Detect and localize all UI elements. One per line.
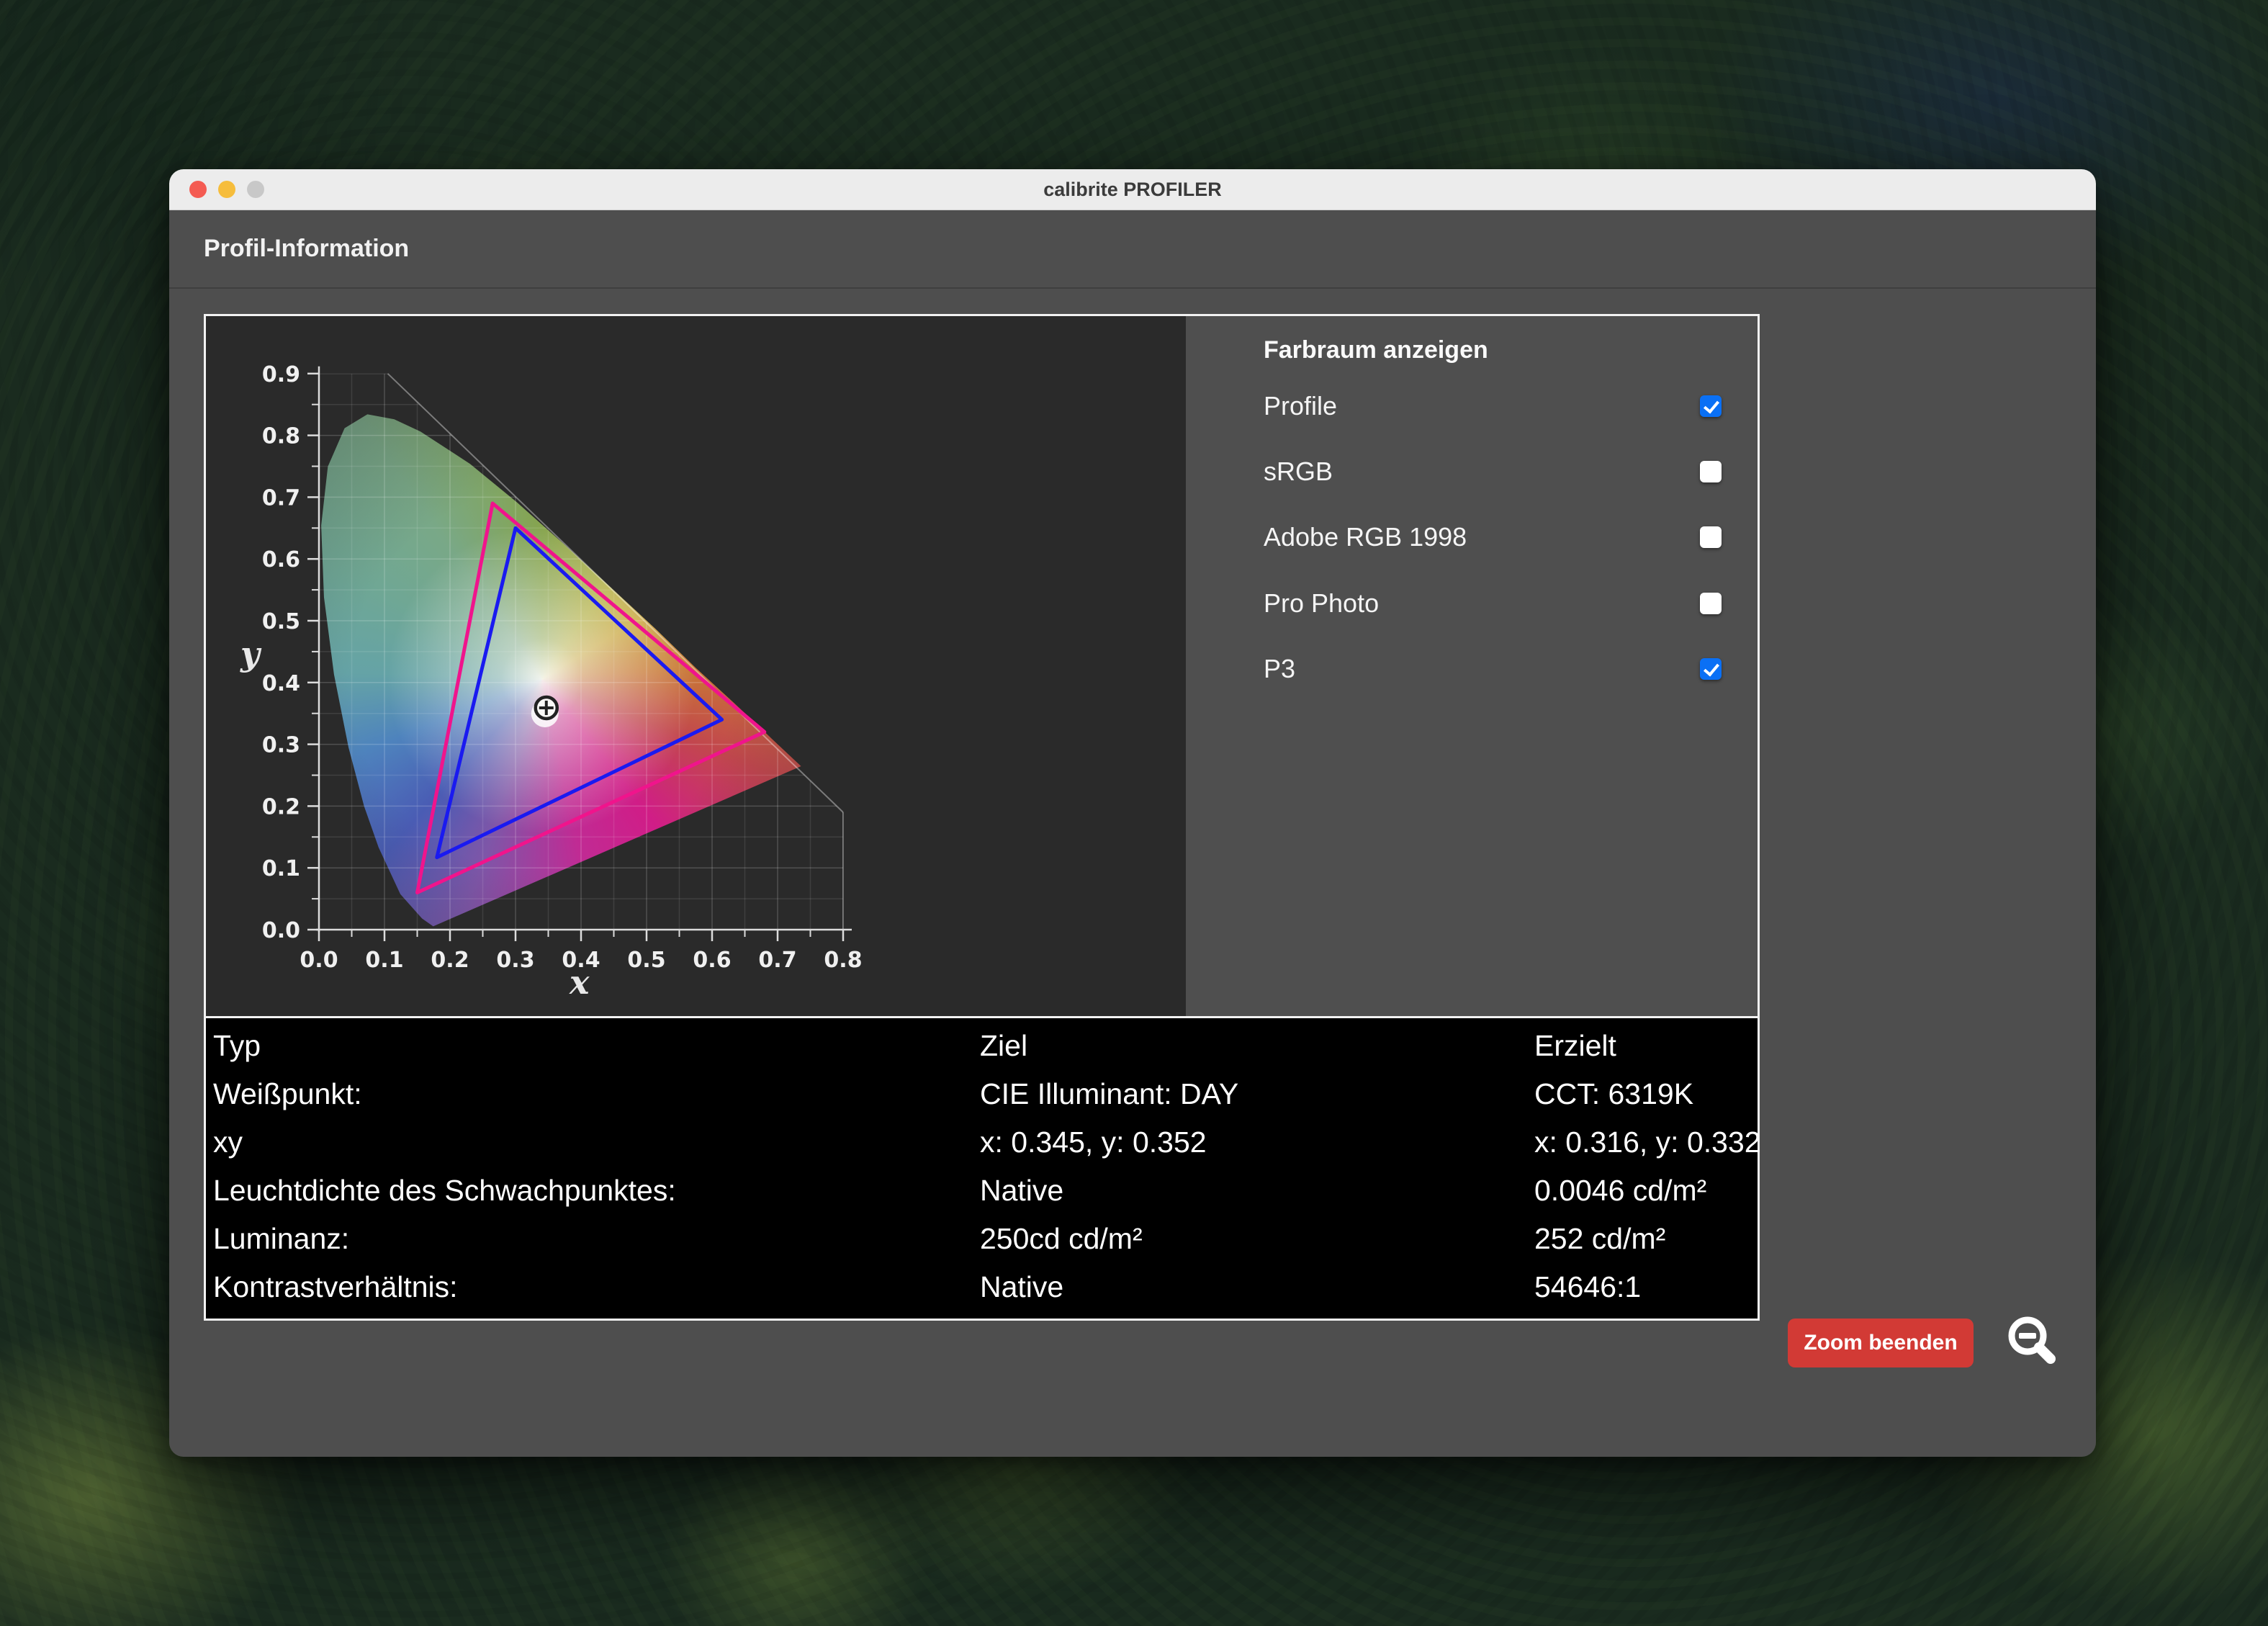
colorspace-row-prophoto: Pro Photo xyxy=(1264,588,1739,623)
colorspace-row-adobergb: Adobe RGB 1998 xyxy=(1264,522,1739,557)
chromaticity-chart[interactable]: 0.0 0.1 0.2 0.3 0.4 0.5 0.6 0.7 0.8 0.0 0.1 0.2 0.3 0… xyxy=(206,316,1186,1016)
svg-text:0.3: 0.3 xyxy=(496,948,534,973)
zoom-out-icon[interactable] xyxy=(2007,1316,2059,1367)
svg-text:0.7: 0.7 xyxy=(262,485,300,511)
row-target: 250cd cd/m² xyxy=(980,1222,1534,1256)
svg-text:0.7: 0.7 xyxy=(758,948,796,973)
window-title: calibrite PROFILER xyxy=(169,169,2096,210)
window-content: Profil-Information 0.0 0.1 0.2 0.3 0.4 0.5 0.6… xyxy=(169,210,2096,1457)
end-zoom-button[interactable]: Zoom beenden xyxy=(1788,1319,1974,1367)
adobergb-checkbox[interactable] xyxy=(1700,526,1722,548)
svg-text:0.6: 0.6 xyxy=(693,948,731,973)
colorspace-panel: Farbraum anzeigen Profile sRGB Adobe RGB… xyxy=(1186,316,1758,1016)
svg-text:0.4: 0.4 xyxy=(262,671,300,696)
row-achieved: 54646:1 xyxy=(1534,1270,1761,1304)
svg-text:0.0: 0.0 xyxy=(300,948,338,973)
svg-text:0.1: 0.1 xyxy=(365,948,403,973)
table-header-typ: Typ xyxy=(213,1029,980,1063)
svg-text:0.6: 0.6 xyxy=(262,547,300,572)
window-titlebar[interactable]: calibrite PROFILER xyxy=(169,169,2096,210)
svg-text:0.2: 0.2 xyxy=(262,794,300,819)
srgb-checkbox[interactable] xyxy=(1700,461,1722,482)
svg-text:0.5: 0.5 xyxy=(262,609,300,634)
svg-text:0.3: 0.3 xyxy=(262,733,300,758)
colorspace-label: Adobe RGB 1998 xyxy=(1264,522,1467,552)
colorspace-row-srgb: sRGB xyxy=(1264,457,1739,491)
colorspace-row-profile: Profile xyxy=(1264,391,1739,426)
page-title: Profil-Information xyxy=(204,235,409,263)
row-achieved: x: 0.316, y: 0.332 xyxy=(1534,1126,1761,1159)
row-label: Kontrastverhältnis: xyxy=(213,1270,980,1304)
profile-data-table: Typ Ziel Erzielt Weißpunkt: CIE Illumina… xyxy=(206,1016,1758,1319)
row-achieved: 252 cd/m² xyxy=(1534,1222,1761,1256)
colorspace-label: P3 xyxy=(1264,654,1295,684)
row-target: Native xyxy=(980,1174,1534,1208)
table-header-erzielt: Erzielt xyxy=(1534,1029,1761,1063)
profile-info-container: 0.0 0.1 0.2 0.3 0.4 0.5 0.6 0.7 0.8 0.0 0.1 0.2 0.3 0… xyxy=(204,314,1760,1321)
row-label: Luminanz: xyxy=(213,1222,980,1256)
row-label: Leuchtdichte des Schwachpunktes: xyxy=(213,1174,980,1208)
svg-text:0.0: 0.0 xyxy=(262,918,300,943)
svg-text:0.1: 0.1 xyxy=(262,856,300,881)
row-achieved: 0.0046 cd/m² xyxy=(1534,1174,1761,1208)
svg-text:0.8: 0.8 xyxy=(824,948,862,973)
colorspace-label: sRGB xyxy=(1264,457,1333,487)
colorspace-label: Pro Photo xyxy=(1264,588,1379,619)
svg-text:0.2: 0.2 xyxy=(431,948,469,973)
colorspace-label: Profile xyxy=(1264,391,1337,421)
p3-checkbox[interactable] xyxy=(1700,658,1722,680)
svg-text:0.8: 0.8 xyxy=(262,424,300,449)
header-divider xyxy=(169,287,2096,289)
chart-overlay: 0.0 0.1 0.2 0.3 0.4 0.5 0.6 0.7 0.8 0.0 0.1 0.2 0.3 0… xyxy=(206,316,1186,1016)
row-target: x: 0.345, y: 0.352 xyxy=(980,1126,1534,1159)
row-achieved: CCT: 6319K xyxy=(1534,1077,1761,1111)
svg-text:0.5: 0.5 xyxy=(627,948,665,973)
app-window: calibrite PROFILER Profil-Information 0.… xyxy=(169,169,2096,1457)
profile-checkbox[interactable] xyxy=(1700,395,1722,417)
y-axis-title: y xyxy=(240,634,260,673)
row-label: Weißpunkt: xyxy=(213,1077,980,1111)
row-target: Native xyxy=(980,1270,1534,1304)
colorspace-row-p3: P3 xyxy=(1264,654,1739,688)
svg-text:0.9: 0.9 xyxy=(262,362,300,387)
prophoto-checkbox[interactable] xyxy=(1700,593,1722,614)
x-axis-title: x xyxy=(570,963,589,1002)
row-target: CIE Illuminant: DAY xyxy=(980,1077,1534,1111)
table-header-ziel: Ziel xyxy=(980,1029,1534,1063)
row-label: xy xyxy=(213,1126,980,1159)
colorspace-panel-title: Farbraum anzeigen xyxy=(1264,336,1488,364)
screen: calibrite PROFILER Profil-Information 0.… xyxy=(0,0,2268,1626)
